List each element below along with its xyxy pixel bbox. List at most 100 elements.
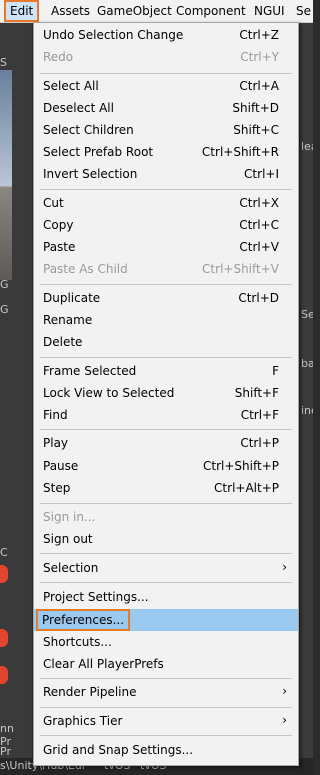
bg-text: nn	[0, 722, 14, 735]
menu-separator	[40, 707, 292, 708]
menu-item-shortcut: Ctrl+V	[239, 240, 279, 254]
status-marker	[0, 629, 8, 647]
menu-item-shortcut: Ctrl+Y	[240, 50, 279, 64]
menu-item-clear-playerprefs[interactable]: Clear All PlayerPrefs	[34, 653, 298, 675]
menu-item-label: Delete	[43, 335, 83, 349]
status-marker	[0, 666, 8, 684]
menu-item-step[interactable]: Step Ctrl+Alt+P	[34, 477, 298, 499]
menu-item-shortcut: Ctrl+Shift+P	[203, 459, 279, 473]
menu-item-sign-in[interactable]: Sign in...	[34, 506, 298, 528]
menu-item-project-settings[interactable]: Project Settings...	[34, 586, 298, 608]
menu-item-shortcut: Ctrl+F	[240, 408, 279, 422]
menu-item-label: Pause	[43, 459, 79, 473]
status-marker	[0, 565, 8, 583]
menu-item-select-children[interactable]: Select Children Shift+C	[34, 119, 298, 141]
edit-dropdown-menu: Undo Selection Change Ctrl+Z Redo Ctrl+Y…	[33, 22, 299, 766]
menu-item-label: Redo	[43, 50, 74, 64]
menu-item-shortcut: Ctrl+D	[238, 291, 279, 305]
bg-text: G	[0, 278, 9, 291]
chevron-right-icon: ›	[282, 713, 287, 727]
menu-item-paste-as-child[interactable]: Paste As Child Ctrl+Shift+V	[34, 258, 298, 280]
menu-item-shortcut: Shift+F	[234, 386, 279, 400]
menu-item-lock-view[interactable]: Lock View to Selected Shift+F	[34, 382, 298, 404]
menu-item-grid-snap-settings[interactable]: Grid and Snap Settings...	[34, 739, 298, 761]
menu-separator	[40, 189, 292, 190]
menu-item-find[interactable]: Find Ctrl+F	[34, 404, 298, 426]
menu-separator	[40, 357, 292, 358]
menu-separator	[40, 73, 292, 74]
menu-item-paste[interactable]: Paste Ctrl+V	[34, 236, 298, 258]
bg-text: Se	[301, 308, 313, 321]
menu-item-undo[interactable]: Undo Selection Change Ctrl+Z	[34, 24, 298, 46]
menu-item-render-pipeline[interactable]: Render Pipeline ›	[34, 681, 298, 703]
menu-item-play[interactable]: Play Ctrl+P	[34, 432, 298, 454]
menu-item-label: Find	[43, 408, 68, 422]
menu-item-shortcut: Ctrl+Alt+P	[214, 481, 279, 495]
bg-text: Pr	[0, 745, 11, 758]
menu-item-label: Project Settings...	[43, 590, 149, 604]
editor-background-right	[300, 22, 313, 775]
chevron-right-icon: ›	[282, 684, 287, 698]
menu-separator	[40, 582, 292, 583]
menu-item-label: Sign out	[43, 532, 93, 546]
bg-text: C	[0, 546, 8, 559]
menu-gameobject[interactable]: GameObject	[97, 0, 172, 22]
bg-text: lea	[301, 140, 313, 153]
menu-item-select-all[interactable]: Select All Ctrl+A	[34, 75, 298, 97]
menu-separator	[40, 678, 292, 679]
menu-item-redo[interactable]: Redo Ctrl+Y	[34, 46, 298, 68]
menu-item-sign-out[interactable]: Sign out	[34, 528, 298, 550]
menu-item-invert-selection[interactable]: Invert Selection Ctrl+I	[34, 163, 298, 185]
menu-item-graphics-tier[interactable]: Graphics Tier ›	[34, 710, 298, 732]
menu-item-label: Frame Selected	[43, 364, 137, 378]
menu-item-copy[interactable]: Copy Ctrl+C	[34, 214, 298, 236]
menu-item-shortcut: Ctrl+C	[239, 218, 279, 232]
menu-item-label: Duplicate	[43, 291, 101, 305]
menu-separator	[40, 284, 292, 285]
menu-item-shortcut: Ctrl+Shift+V	[202, 262, 279, 276]
menu-item-label: Cut	[43, 196, 64, 210]
menu-ngui[interactable]: NGUI	[254, 0, 285, 22]
menu-item-label: Grid and Snap Settings...	[43, 743, 194, 757]
menu-edit[interactable]: Edit	[4, 0, 40, 22]
menu-item-duplicate[interactable]: Duplicate Ctrl+D	[34, 287, 298, 309]
menu-separator	[40, 735, 292, 736]
menu-more[interactable]: Se	[296, 0, 311, 22]
menu-item-shortcut: Ctrl+X	[239, 196, 279, 210]
menu-bar: Edit Assets GameObject Component NGUI Se	[0, 0, 313, 23]
menu-item-label: Step	[43, 481, 71, 495]
bg-text: ine	[301, 404, 313, 417]
menu-item-preferences[interactable]: Preferences...	[34, 609, 298, 631]
menu-item-label: Select Prefab Root	[43, 145, 154, 159]
menu-item-label: Rename	[43, 313, 93, 327]
menu-item-pause[interactable]: Pause Ctrl+Shift+P	[34, 455, 298, 477]
menu-item-shortcut: F	[272, 364, 279, 378]
menu-item-shortcut: Ctrl+Z	[239, 28, 279, 42]
menu-item-deselect-all[interactable]: Deselect All Shift+D	[34, 97, 298, 119]
menu-item-label: Deselect All	[43, 101, 114, 115]
menu-item-label: Graphics Tier	[43, 714, 123, 728]
menu-item-select-prefab-root[interactable]: Select Prefab Root Ctrl+Shift+R	[34, 141, 298, 163]
menu-item-rename[interactable]: Rename	[34, 309, 298, 331]
menu-item-delete[interactable]: Delete	[34, 331, 298, 353]
menu-separator	[40, 553, 292, 554]
menu-item-selection[interactable]: Selection ›	[34, 557, 298, 579]
menu-item-cut[interactable]: Cut Ctrl+X	[34, 192, 298, 214]
menu-item-shortcuts[interactable]: Shortcuts...	[34, 631, 298, 653]
menu-item-label: Undo Selection Change	[43, 28, 184, 42]
menu-item-label: Selection	[43, 561, 99, 575]
menu-item-label: Preferences...	[35, 609, 131, 631]
menu-separator	[40, 503, 292, 504]
menu-assets[interactable]: Assets	[51, 0, 90, 22]
menu-item-label: Clear All PlayerPrefs	[43, 657, 164, 671]
menu-item-shortcut: Ctrl+A	[239, 79, 279, 93]
menu-item-shortcut: Ctrl+I	[244, 167, 279, 181]
chevron-right-icon: ›	[282, 560, 287, 574]
menu-component[interactable]: Component	[176, 0, 246, 22]
menu-item-label: Select All	[43, 79, 99, 93]
menu-separator	[40, 429, 292, 430]
menu-item-label: Sign in...	[43, 510, 96, 524]
menu-item-label: Select Children	[43, 123, 134, 137]
menu-item-shortcut: Shift+C	[233, 123, 279, 137]
menu-item-frame-selected[interactable]: Frame Selected F	[34, 360, 298, 382]
